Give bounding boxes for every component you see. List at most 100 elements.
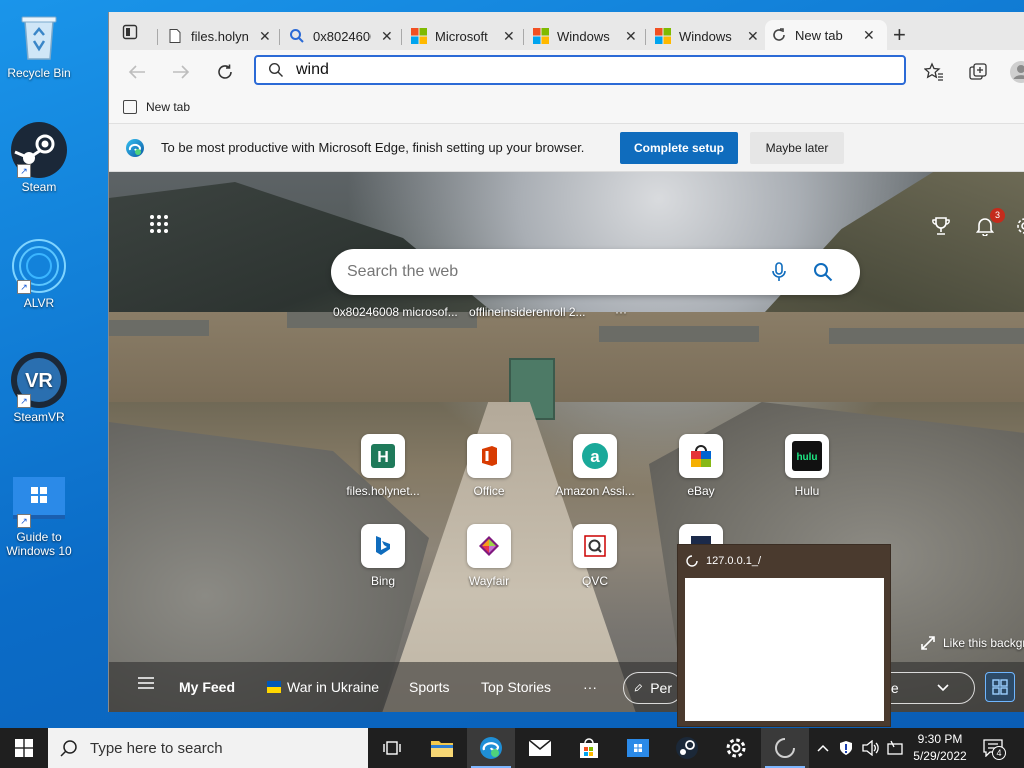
- tab-files-holynet[interactable]: files.holyn ✕: [161, 22, 279, 50]
- taskbar-steam[interactable]: [663, 728, 711, 768]
- quick-link-files-holynet[interactable]: H files.holynet...: [338, 434, 428, 498]
- show-hidden-icons-button[interactable]: [812, 728, 834, 768]
- quick-link-hulu[interactable]: hulu Hulu: [762, 434, 852, 498]
- desktop-icon-recycle-bin[interactable]: Recycle Bin: [2, 8, 76, 80]
- tab-windows-1[interactable]: Windows ✕: [527, 22, 645, 50]
- feed-tab-top-stories[interactable]: Top Stories: [481, 679, 551, 695]
- personalize-button[interactable]: Per: [623, 672, 683, 704]
- grid-view-icon: [992, 679, 1008, 695]
- setup-infobar: To be most productive with Microsoft Edg…: [109, 124, 1024, 172]
- back-arrow-icon: [128, 65, 145, 79]
- taskbar-settings[interactable]: [712, 728, 760, 768]
- search-icon: [268, 62, 283, 77]
- address-bar[interactable]: [254, 55, 906, 85]
- desktop-icon-steamvr[interactable]: VR ↗ SteamVR: [2, 352, 76, 424]
- taskbar-store[interactable]: [565, 728, 613, 768]
- input-indicator[interactable]: [884, 728, 906, 768]
- quick-link-office[interactable]: Office: [444, 434, 534, 498]
- back-button[interactable]: [125, 60, 149, 84]
- forward-button[interactable]: [169, 60, 193, 84]
- favorites-button[interactable]: [922, 60, 946, 84]
- close-tab-icon[interactable]: ✕: [381, 28, 393, 45]
- tab-actions-button[interactable]: [119, 21, 141, 43]
- tab-windows-2[interactable]: Windows ✕: [649, 22, 767, 50]
- notification-badge: 3: [990, 208, 1005, 223]
- microsoft-logo-icon: [533, 28, 549, 44]
- taskbar-loading-app[interactable]: [761, 728, 809, 768]
- tray-alert[interactable]: [836, 728, 856, 768]
- desktop-icon-label: Steam: [21, 180, 57, 194]
- taskbar-search-input[interactable]: [90, 739, 350, 757]
- app-launcher-button[interactable]: [149, 214, 169, 237]
- tab-microsoft[interactable]: Microsoft ✕: [405, 22, 523, 50]
- refresh-button[interactable]: [213, 60, 237, 84]
- newtab-page-icon: [123, 100, 137, 114]
- recent-search-1[interactable]: 0x80246008 microsof...: [333, 305, 458, 319]
- gear-icon: [1017, 218, 1024, 234]
- address-input[interactable]: [296, 61, 876, 79]
- task-view-icon: [383, 741, 401, 755]
- taskbar-windows-guide[interactable]: [614, 728, 662, 768]
- feed-menu-button[interactable]: [137, 676, 155, 690]
- volume-button[interactable]: [860, 728, 882, 768]
- feed-tab-sports[interactable]: Sports: [409, 679, 449, 695]
- complete-setup-button[interactable]: Complete setup: [620, 132, 738, 164]
- action-center-button[interactable]: 4: [980, 728, 1006, 768]
- web-search-input[interactable]: [347, 263, 747, 281]
- system-clock[interactable]: 9:30 PM 5/29/2022: [908, 731, 972, 765]
- close-tab-icon[interactable]: ✕: [747, 28, 759, 45]
- like-background-button[interactable]: Like this backgr: [921, 636, 1024, 650]
- recent-searches-more[interactable]: ···: [615, 305, 627, 319]
- microphone-icon[interactable]: [771, 262, 787, 282]
- taskbar-edge[interactable]: [467, 728, 515, 768]
- action-center-count: 4: [992, 746, 1006, 760]
- feed-tab-war-in-ukraine[interactable]: War in Ukraine: [267, 679, 379, 695]
- web-search-box[interactable]: [331, 249, 860, 295]
- grid-view-button[interactable]: [985, 672, 1015, 702]
- tab-strip: files.holyn ✕ 0x8024600 ✕ Microsoft ✕ Wi…: [109, 12, 1024, 50]
- mail-icon: [528, 739, 552, 756]
- taskbar-thumbnail-preview[interactable]: 127.0.0.1_/: [677, 544, 891, 727]
- close-tab-icon[interactable]: ✕: [259, 28, 271, 45]
- quick-link-label: Hulu: [794, 484, 820, 498]
- favorite-new-tab[interactable]: New tab: [123, 100, 190, 114]
- recent-search-2[interactable]: offlineinsiderenroll 2...: [469, 305, 586, 319]
- feed-more-button[interactable]: ···: [583, 679, 597, 695]
- rewards-button[interactable]: [929, 214, 953, 238]
- new-tab-button[interactable]: +: [893, 24, 906, 46]
- tab-search-0x80246008[interactable]: 0x8024600 ✕: [283, 22, 401, 50]
- search-icon[interactable]: [813, 262, 833, 282]
- start-button[interactable]: [0, 728, 48, 768]
- feed-tab-my-feed[interactable]: My Feed: [179, 679, 235, 695]
- taskbar-search-box[interactable]: [48, 728, 368, 768]
- thumbnail-title-row: 127.0.0.1_/: [686, 555, 761, 567]
- expand-icon: [921, 636, 935, 650]
- tab-new-tab[interactable]: New tab ✕: [765, 20, 887, 50]
- steamvr-icon: VR ↗: [11, 352, 67, 408]
- taskbar: 9:30 PM 5/29/2022 4: [0, 728, 1024, 768]
- close-tab-icon[interactable]: ✕: [863, 27, 875, 44]
- windows-logo-icon: [15, 739, 33, 757]
- desktop-icon-steam[interactable]: ↗ Steam: [2, 122, 76, 194]
- profile-button[interactable]: [1009, 60, 1024, 84]
- quick-link-amazon-assistant[interactable]: a Amazon Assi...: [550, 434, 640, 498]
- close-tab-icon[interactable]: ✕: [503, 28, 515, 45]
- collections-button[interactable]: [966, 60, 990, 84]
- tab-separator: [645, 29, 646, 45]
- maybe-later-button[interactable]: Maybe later: [750, 132, 844, 164]
- desktop-icon-alvr[interactable]: ↗ ALVR: [2, 238, 76, 310]
- notifications-button[interactable]: 3: [973, 208, 1005, 238]
- quick-link-ebay[interactable]: eBay: [656, 434, 746, 498]
- loading-spinner-icon: [686, 555, 698, 567]
- task-view-button[interactable]: [368, 728, 416, 768]
- quick-link-label: QVC: [581, 574, 608, 588]
- quick-link-wayfair[interactable]: Wayfair: [444, 524, 534, 588]
- desktop-icon-guide-windows10[interactable]: ↗ Guide to Windows 10: [2, 472, 76, 558]
- settings-button[interactable]: [1013, 214, 1024, 238]
- close-tab-icon[interactable]: ✕: [625, 28, 637, 45]
- quick-link-bing[interactable]: Bing: [338, 524, 428, 588]
- taskbar-file-explorer[interactable]: [418, 728, 466, 768]
- quick-link-qvc[interactable]: QVC: [550, 524, 640, 588]
- taskbar-mail[interactable]: [516, 728, 564, 768]
- tab-actions-icon: [122, 24, 138, 40]
